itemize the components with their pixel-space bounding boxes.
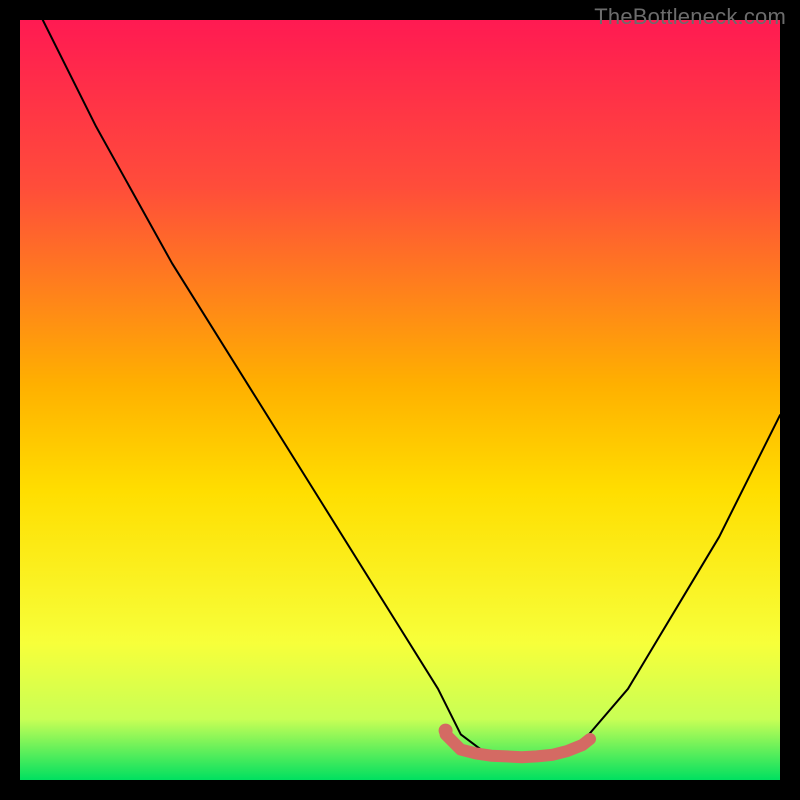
watermark-label: TheBottleneck.com	[594, 4, 786, 30]
chart-stage: TheBottleneck.com	[0, 0, 800, 800]
series-highlight-dot	[439, 724, 453, 738]
plot-background	[20, 20, 780, 780]
bottleneck-chart	[20, 20, 780, 780]
